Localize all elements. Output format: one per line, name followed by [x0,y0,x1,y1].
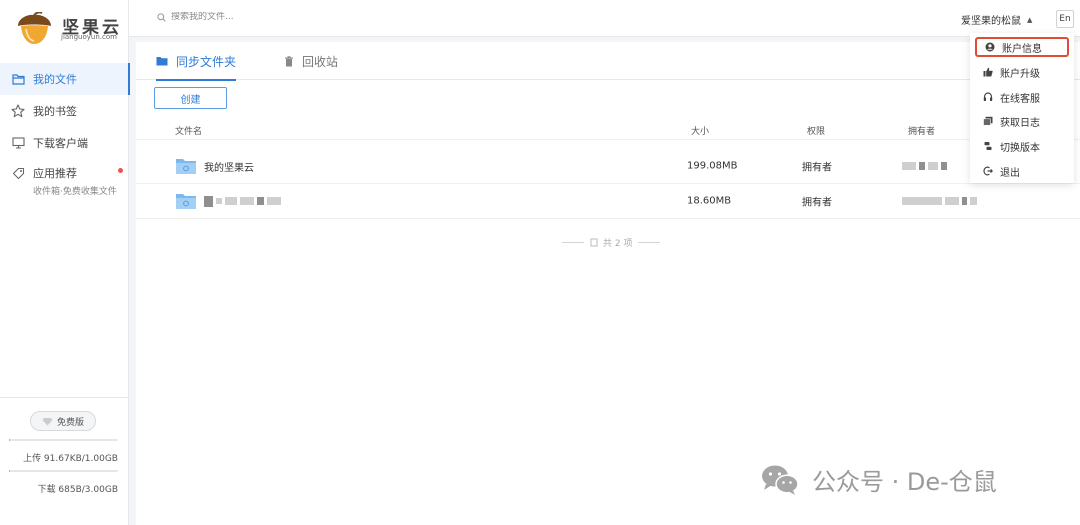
file-size: 18.60MB [687,195,732,207]
menu-item-account-info[interactable]: 账户信息 [975,37,1069,57]
user-menu-toggle[interactable]: 爱坚果的松鼠 ▲ [961,12,1033,28]
logout-icon [982,165,994,177]
trash-icon [284,55,294,67]
sidebar: 坚果云 jianguoyun.com 我的文件 我的书签 下载客户端 应用推荐 … [0,0,130,525]
wechat-icon [760,463,800,497]
upload-quota-text: 上传 91.67KB/1.00GB [23,454,118,464]
upload-quota-fill [9,439,10,441]
log-icon [982,115,994,127]
language-toggle-button[interactable]: En [1056,10,1074,28]
file-size: 199.08MB [687,160,738,172]
tab-label: 回收站 [302,54,339,69]
column-header-size[interactable]: 大小 [691,124,709,137]
apps-text: 应用推荐 收件箱·免费收集文件 [33,165,117,197]
file-name-cell: 我的坚果云 [175,157,254,175]
sidebar-nav: 我的文件 我的书签 下载客户端 应用推荐 收件箱·免费收集文件 [0,63,130,199]
switch-icon [982,140,994,152]
storage-panel: 免费版 上传 91.67KB/1.00GB 下载 685B/3.00GB [0,397,129,495]
user-name: 爱坚果的松鼠 [961,16,1021,27]
shared-folder-icon [175,157,197,175]
file-permission: 拥有者 [802,162,832,174]
plan-badge[interactable]: 免费版 [30,411,96,431]
sidebar-item-bookmarks[interactable]: 我的书签 [0,95,129,127]
menu-item-label: 在线客服 [1000,93,1040,105]
menu-item-label: 退出 [1000,167,1020,179]
sidebar-item-label: 我的文件 [33,73,77,86]
menu-item-upgrade[interactable]: 账户升级 [975,62,1069,82]
tab-sync-folders[interactable]: 同步文件夹 [156,42,237,81]
search-icon [157,12,166,22]
diamond-icon [42,417,53,426]
menu-item-label: 获取日志 [1000,117,1040,129]
download-quota-text: 下载 685B/3.00GB [37,485,118,495]
search-input[interactable] [171,12,371,22]
headset-icon [982,91,994,103]
menu-item-get-logs[interactable]: 获取日志 [975,111,1069,131]
user-dropdown-menu: 账户信息 账户升级 在线客服 获取日志 切换版本 退出 [970,33,1074,183]
column-header-name[interactable]: 文件名 [175,124,202,137]
menu-item-label: 账户信息 [1002,43,1042,55]
download-quota-fill [9,470,10,472]
item-count: 共 2 项 [556,236,666,249]
sidebar-item-apps[interactable]: 应用推荐 收件箱·免费收集文件 [0,159,129,199]
sidebar-item-download-client[interactable]: 下载客户端 [0,127,129,159]
file-permission: 拥有者 [802,197,832,209]
shared-folder-icon [175,192,197,210]
sidebar-item-label: 下载客户端 [33,137,88,150]
upload-quota-bar [9,439,118,441]
sidebar-item-my-files[interactable]: 我的文件 [0,63,130,95]
download-quota-bar [9,470,118,472]
column-header-permission[interactable]: 权限 [807,124,825,137]
file-name-cell [175,192,284,210]
create-button[interactable]: 创建 [154,87,227,109]
table-header: 文件名 大小 权限 拥有者 [136,122,1080,140]
plan-label: 免费版 [56,417,84,428]
menu-item-logout[interactable]: 退出 [975,161,1069,181]
file-name[interactable]: 我的坚果云 [204,159,254,174]
sidebar-item-label: 应用推荐 [33,167,77,180]
copy-icon [590,238,599,247]
folder-filled-icon [156,56,168,66]
file-name-redacted[interactable] [204,195,284,207]
sidebar-item-label: 我的书签 [33,105,77,118]
tab-bar: 同步文件夹 回收站 [136,42,1080,81]
menu-item-switch-version[interactable]: 切换版本 [975,136,1069,156]
tab-recycle-bin[interactable]: 回收站 [284,42,338,80]
watermark-text: 公众号 · De-仓鼠 [812,468,997,496]
owner-redacted [902,162,950,170]
owner-redacted [902,197,980,205]
search-box [157,12,371,22]
star-outline-icon [10,103,26,119]
caret-up-icon: ▲ [1027,15,1033,24]
menu-item-online-support[interactable]: 在线客服 [975,87,1069,107]
brand-logo[interactable]: 坚果云 jianguoyun.com [14,10,124,46]
user-circle-icon [984,41,996,53]
top-bar: 爱坚果的松鼠 ▲ En [129,0,1080,37]
table-row[interactable]: 我的坚果云 199.08MB 拥有者 [136,149,1080,184]
folder-outline-icon [10,71,26,87]
tag-icon [10,165,26,181]
menu-item-label: 切换版本 [1000,142,1040,154]
column-header-owner[interactable]: 拥有者 [908,124,935,137]
sidebar-item-sub: 收件箱·免费收集文件 [33,187,117,197]
menu-item-label: 账户升级 [1000,68,1040,80]
acorn-logo-icon [14,11,54,46]
notification-dot [118,168,123,173]
item-count-text: 共 2 项 [603,239,633,249]
watermark: 公众号 · De-仓鼠 [760,462,997,497]
thumbs-up-icon [982,66,994,78]
main-panel: 同步文件夹 回收站 创建 文件名 大小 权限 拥有者 我的坚果云 199.08M… [136,42,1080,525]
tab-label: 同步文件夹 [176,54,237,69]
monitor-icon [10,135,26,151]
brand-domain: jianguoyun.com [61,33,117,41]
table-row[interactable]: 18.60MB 拥有者 [136,184,1080,219]
